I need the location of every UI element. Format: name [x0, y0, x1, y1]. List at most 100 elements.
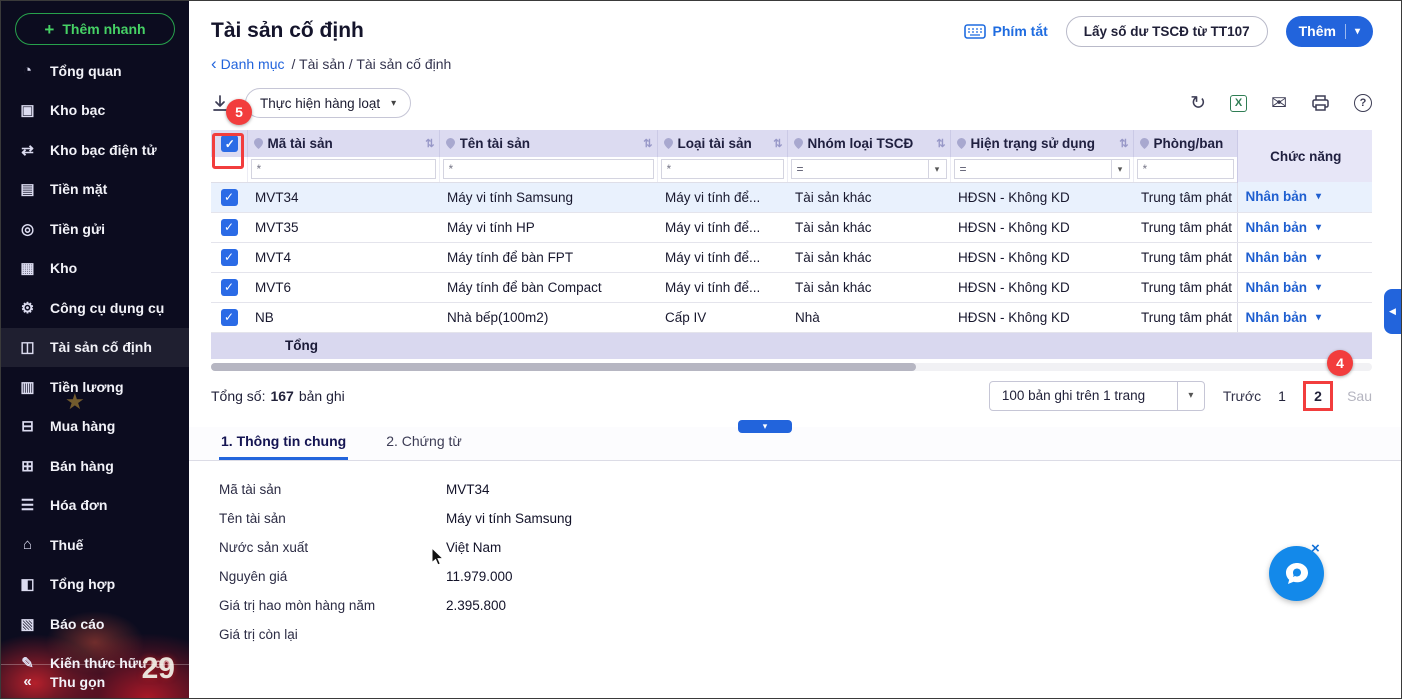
print-button[interactable]	[1311, 94, 1330, 112]
table-row[interactable]: ✓ MVT4 Máy tính để bàn FPT Máy vi tính đ…	[211, 242, 1372, 272]
sidebar-item-tien-gui[interactable]: ◎Tiền gửi	[1, 209, 189, 249]
quick-add-button[interactable]: + Thêm nhanh	[15, 13, 175, 45]
row-checkbox[interactable]: ✓	[221, 279, 238, 296]
chevron-down-icon: ▾	[1316, 282, 1321, 293]
side-panel-toggle[interactable]: ◀	[1384, 289, 1401, 334]
field-gia-tri-hao-mon: Giá trị hao mòn hàng năm2.395.800	[219, 591, 1402, 620]
sidebar-item-cong-cu-dung-cu[interactable]: ⚙Công cụ dụng cụ	[1, 288, 189, 328]
scrollbar-thumb[interactable]	[211, 363, 916, 371]
shortcut-button[interactable]: Phím tắt	[964, 23, 1048, 39]
chevron-down-icon[interactable]: ▾	[928, 160, 946, 178]
sidebar-item-thue[interactable]: ⌂Thuế	[1, 525, 189, 565]
filter-input-phong-ban[interactable]	[1137, 159, 1234, 179]
email-button[interactable]: ✉	[1271, 94, 1287, 113]
chat-close-icon[interactable]: ×	[1311, 541, 1320, 556]
select-all-header: ✓ 5	[211, 130, 247, 157]
sidebar-item-kho[interactable]: ▦Kho	[1, 249, 189, 289]
pin-icon	[446, 138, 455, 149]
sidebar-item-tien-mat[interactable]: ▤Tiền mặt	[1, 170, 189, 210]
column-header-hien-trang-su-dung[interactable]: Hiện trạng sử dụng⇅	[950, 130, 1133, 157]
table-row[interactable]: ✓ MVT34 Máy vi tính Samsung Máy vi tính …	[211, 182, 1372, 212]
sidebar-item-mua-hang[interactable]: ⊟Mua hàng	[1, 407, 189, 447]
pin-icon	[1140, 138, 1149, 149]
sidebar-collapse-button[interactable]: « Thu gọn	[1, 664, 189, 698]
sort-icon[interactable]: ⇅	[936, 137, 945, 150]
main-content: Tài sản cố định Phím tắt Lấy số dư TSCĐ …	[189, 1, 1402, 698]
row-action-dropdown[interactable]: Nhân bản▾	[1246, 280, 1322, 295]
column-header-ten-tai-san[interactable]: Tên tài sản⇅	[439, 130, 657, 157]
breadcrumb: ‹ Danh mục / Tài sản / Tài sản cố định	[189, 47, 1402, 72]
row-action-dropdown[interactable]: Nhân bản▾	[1246, 220, 1322, 235]
page-size-select[interactable]: 100 bản ghi trên 1 trang ▾	[989, 381, 1205, 411]
panel-collapse-button[interactable]: ▾	[738, 420, 792, 433]
column-header-loai-tai-san[interactable]: Loại tài sản⇅	[657, 130, 787, 157]
chevron-down-icon[interactable]: ▾	[1111, 160, 1129, 178]
sidebar-item-tong-quan[interactable]: ◔Tổng quan	[1, 51, 189, 91]
refresh-button[interactable]: ↻	[1190, 94, 1206, 113]
column-header-ma-tai-san[interactable]: Mã tài sản⇅	[247, 130, 439, 157]
sidebar-item-ban-hang[interactable]: ⊞Bán hàng	[1, 446, 189, 486]
help-icon: ?	[1354, 94, 1372, 112]
record-count: Tổng số: 167 bản ghi	[211, 388, 345, 404]
pin-icon	[794, 138, 803, 149]
chevron-down-icon: ▾	[391, 98, 396, 109]
export-excel-button[interactable]: X	[1230, 95, 1247, 112]
help-button[interactable]: ?	[1354, 94, 1372, 112]
field-gia-tri-con-lai: Giá trị còn lại	[219, 620, 1402, 649]
breadcrumb-trail: / Tài sản / Tài sản cố định	[291, 56, 451, 72]
column-header-phong-ban[interactable]: Phòng/ban	[1133, 130, 1237, 157]
add-button[interactable]: Thêm ▾	[1286, 16, 1373, 47]
sidebar-item-tien-luong[interactable]: ▥Tiền lương	[1, 367, 189, 407]
pagination: Trước 1 2 4 Sau	[1223, 381, 1372, 411]
filter-input-loai-tai-san[interactable]	[661, 159, 784, 179]
breadcrumb-back-link[interactable]: ‹ Danh mục	[211, 55, 284, 72]
filter-dropdown-nhom-loai[interactable]: =▾	[791, 159, 947, 179]
next-page-button[interactable]: Sau	[1347, 388, 1372, 404]
page-1-button[interactable]: 1	[1275, 388, 1289, 404]
prev-page-button[interactable]: Trước	[1223, 388, 1261, 404]
sidebar-item-kho-bac-dien-tu[interactable]: ⇄Kho bạc điện tử	[1, 130, 189, 170]
detail-panel: 1. Thông tin chung 2. Chứng từ Mã tài sả…	[189, 427, 1402, 649]
row-checkbox[interactable]: ✓	[221, 249, 238, 266]
page-header: Tài sản cố định Phím tắt Lấy số dư TSCĐ …	[189, 1, 1402, 47]
chevron-left-icon: ‹	[211, 55, 217, 72]
pin-icon	[664, 138, 673, 149]
page-2-button[interactable]: 2 4	[1303, 381, 1333, 411]
row-checkbox[interactable]: ✓	[221, 309, 238, 326]
sort-icon[interactable]: ⇅	[1119, 137, 1128, 150]
sidebar-item-kho-bac[interactable]: ▣Kho bạc	[1, 91, 189, 131]
row-action-dropdown[interactable]: Nhân bản▾	[1246, 250, 1322, 265]
row-checkbox[interactable]: ✓	[221, 219, 238, 236]
horizontal-scrollbar[interactable]	[211, 363, 1372, 371]
table-row[interactable]: ✓ NB Nhà bếp(100m2) Cấp IV Nhà HĐSN - Kh…	[211, 302, 1372, 332]
bulk-action-dropdown[interactable]: Thực hiện hàng loạt ▾	[245, 88, 411, 118]
filter-cell-checkbox	[211, 157, 247, 182]
sort-icon[interactable]: ⇅	[643, 137, 652, 150]
filter-input-ten-tai-san[interactable]	[443, 159, 654, 179]
excel-icon: X	[1230, 95, 1247, 112]
tab-thong-tin-chung[interactable]: 1. Thông tin chung	[219, 427, 348, 460]
select-all-checkbox[interactable]: ✓	[221, 135, 238, 152]
filter-ten-tai-san	[439, 157, 657, 182]
column-header-nhom-loai-tscd[interactable]: Nhóm loại TSCĐ⇅	[787, 130, 950, 157]
row-action-dropdown[interactable]: Nhân bản▾	[1246, 310, 1322, 325]
purchasing-icon: ⊟	[18, 417, 37, 435]
sidebar-item-tong-hop[interactable]: ◧Tổng hợp	[1, 565, 189, 605]
row-action-dropdown[interactable]: Nhân bản▾	[1246, 189, 1322, 204]
get-tscd-balance-button[interactable]: Lấy số dư TSCĐ từ TT107	[1066, 16, 1268, 47]
sidebar: + Thêm nhanh ◔Tổng quan ▣Kho bạc ⇄Kho bạ…	[1, 1, 189, 698]
sort-icon[interactable]: ⇅	[773, 137, 782, 150]
filter-input-ma-tai-san[interactable]	[251, 159, 436, 179]
sidebar-item-bao-cao[interactable]: ▧Báo cáo	[1, 604, 189, 644]
table-row[interactable]: ✓ MVT6 Máy tính để bàn Compact Máy vi tí…	[211, 272, 1372, 302]
filter-dropdown-hien-trang[interactable]: =▾	[954, 159, 1130, 179]
mail-icon: ✉	[1271, 94, 1287, 113]
column-header-chuc-nang: Chức năng	[1237, 130, 1372, 182]
table-row[interactable]: ✓ MVT35 Máy vi tính HP Máy vi tính để...…	[211, 212, 1372, 242]
sidebar-item-tai-san-co-dinh[interactable]: ◫Tài sản cố định	[1, 328, 189, 368]
general-ledger-icon: ◧	[18, 575, 37, 593]
tab-chung-tu[interactable]: 2. Chứng từ	[384, 427, 464, 460]
row-checkbox[interactable]: ✓	[221, 189, 238, 206]
sidebar-item-hoa-don[interactable]: ☰Hóa đơn	[1, 486, 189, 526]
sort-icon[interactable]: ⇅	[425, 137, 434, 150]
